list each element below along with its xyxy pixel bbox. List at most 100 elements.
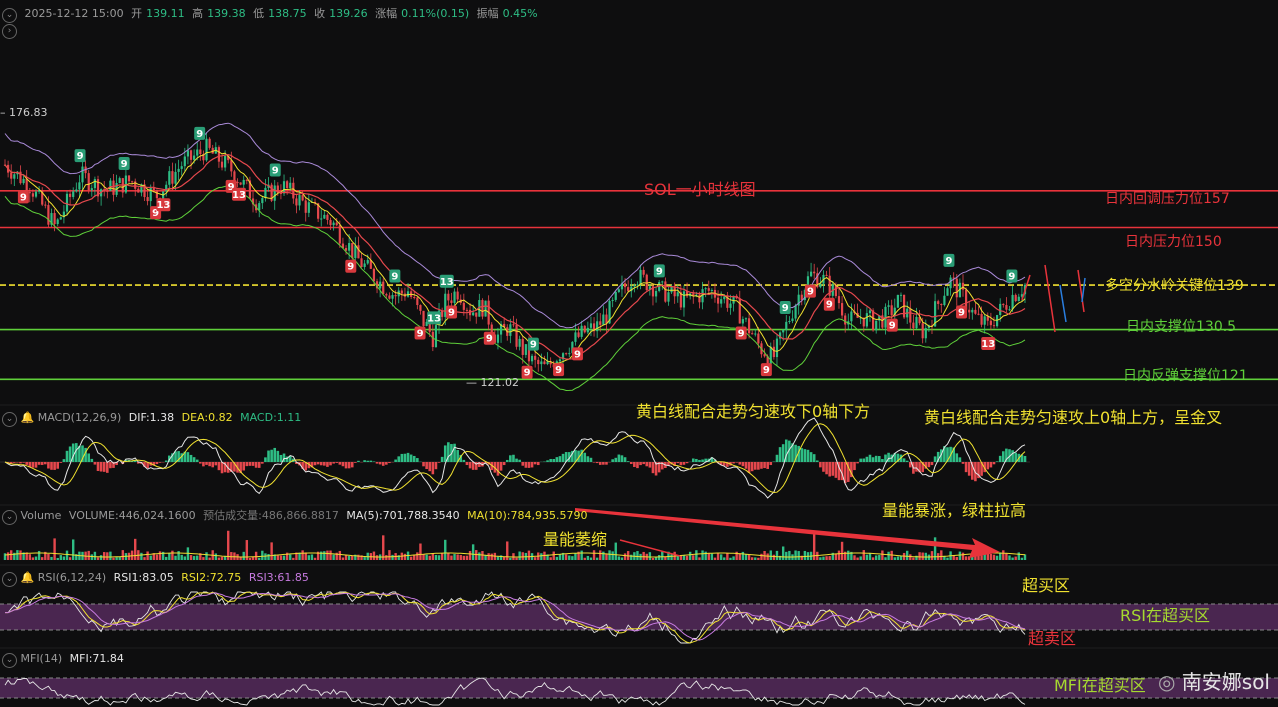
candle-body [682,291,686,308]
volume-ma5: MA(5):701,788.3540 [346,509,460,522]
volume-bar [710,553,714,560]
candle-body [698,294,701,303]
volume-bar [416,552,419,560]
volume-bar [47,554,50,560]
volume-bar [196,555,199,560]
collapse-icon[interactable]: ⌄ [2,572,17,587]
candle-body [596,321,599,332]
candle-body [183,156,186,167]
macd-histogram-bar [50,462,53,470]
volume-bar [670,554,673,560]
candle-body [131,181,134,183]
volume-bar [583,557,586,560]
volume-bar [192,556,196,560]
collapse-icon[interactable]: ⌄ [2,653,17,668]
volume-bar [602,551,605,560]
close-label: 收 [314,7,326,20]
candle-body [543,361,546,365]
candle-body [667,292,670,302]
candle-body [720,299,723,304]
macd-histogram-bar [524,462,528,468]
macd-histogram-bar [505,459,509,462]
candle-body [589,323,593,328]
candle-body [196,149,199,156]
volume-bar [726,553,729,560]
macd-histogram-bar [636,462,639,469]
candle-body [180,166,183,169]
rsi-oversold-label: 超卖区 [1028,629,1077,648]
volume-bar [103,552,106,560]
candle-body [472,312,475,316]
macd-histogram-bar [412,455,416,462]
volume-bar [989,553,993,560]
macd-histogram-bar [757,462,760,470]
macd-histogram-bar [87,453,91,462]
volume-annotation-2: 量能暴涨，绿柱拉高 [882,501,1027,520]
candle-body [292,182,295,199]
macd-histogram-bar [651,462,655,474]
volume-bar [698,557,701,560]
collapse-icon[interactable]: ⌄ [2,510,17,525]
macd-histogram-bar [93,462,97,465]
bell-icon[interactable]: 🔔 [21,411,35,424]
candle-body [394,295,397,297]
volume-bar [853,555,856,560]
candle-body [623,283,627,288]
volume-bar [16,550,19,560]
candle-body [230,160,233,172]
macd-histogram-bar [62,459,66,462]
high-label: 高 [192,7,204,20]
volume-bar [819,557,822,560]
td-marker-label: 9 [889,321,896,332]
td-marker-label: 13 [427,313,441,324]
expand-icon[interactable]: › [2,24,17,39]
volume-bar [422,554,425,560]
candle-body [208,138,211,148]
macd-histogram-bar [530,462,534,468]
candle-body [968,309,971,313]
macd-histogram-bar [106,462,109,473]
candle-body [524,344,527,355]
macd-histogram-bar [363,460,366,462]
candle-body [391,295,394,299]
volume-bar [143,557,146,560]
macd-histogram-bar [884,454,887,462]
collapse-icon[interactable]: ⌄ [2,8,17,23]
candle-body [896,294,899,308]
volume-bar [719,554,723,560]
macd-histogram-bar [676,462,680,464]
volume-value: VOLUME:446,024.1600 [68,509,196,522]
candle-body [382,281,385,295]
candle-body [69,193,72,197]
volume-bar [99,555,103,560]
volume-bar [409,556,413,560]
volume-bar [62,556,66,560]
macd-histogram-bar [96,462,100,471]
macd-histogram-bar [778,447,782,462]
volume-bar [515,557,518,560]
candle-body [840,303,844,316]
collapse-icon[interactable]: ⌄ [2,412,17,427]
candle-body [809,271,813,277]
macd-histogram-bar [375,462,379,464]
candle-body [298,195,301,206]
volume-bar [53,538,56,560]
volume-bar [661,551,664,560]
volume-bar [428,555,431,560]
volume-bar [785,551,788,560]
volume-bar [623,553,627,560]
macd-histogram-bar [834,462,838,478]
candle-body [236,182,239,184]
candle-body [177,168,180,172]
bell-icon[interactable]: 🔔 [21,571,35,584]
td-marker-label: 9 [530,340,537,351]
volume-bar [471,544,475,560]
macd-histogram-bar [40,462,44,465]
macd-histogram-bar [989,462,993,468]
macd-histogram-bar [425,462,428,470]
macd-histogram-bar [760,462,763,469]
macd-histogram-bar [512,454,515,462]
volume-bar [391,554,394,560]
volume-bar [847,550,850,560]
candle-body [31,193,35,197]
